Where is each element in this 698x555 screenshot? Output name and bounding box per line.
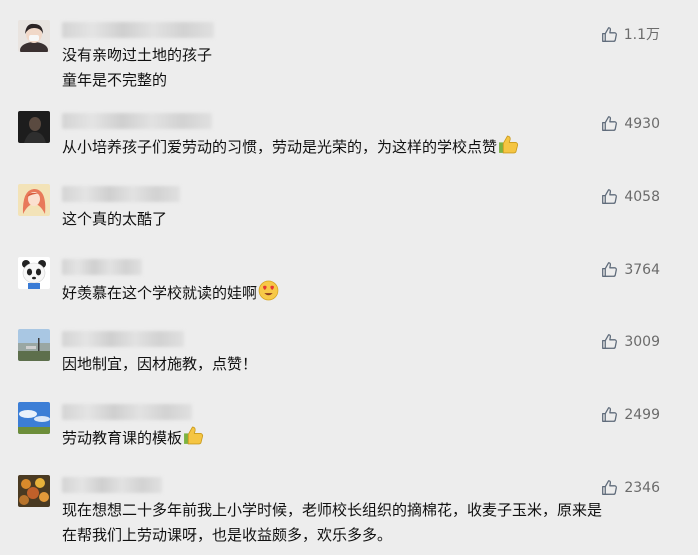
- username-blurred: [62, 331, 184, 347]
- avatar[interactable]: [18, 184, 50, 216]
- comment-line: 这个真的太酷了: [62, 210, 168, 228]
- comment-text: 这个真的太酷了: [62, 207, 672, 232]
- comment-text: 从小培养孩子们爱劳动的习惯，劳动是光荣的，为这样的学校点赞: [62, 134, 672, 160]
- thumbs-up-icon: [602, 116, 618, 131]
- comment-line: 从小培养孩子们爱劳动的习惯，劳动是光荣的，为这样的学校点赞: [62, 134, 672, 160]
- avatar[interactable]: [18, 475, 50, 507]
- comment-line: 在帮我们上劳动课呀，也是收益颇多，欢乐多多。: [62, 526, 393, 544]
- like-count: 1.1万: [623, 27, 660, 43]
- like-button[interactable]: 3764: [601, 261, 660, 278]
- comment-line: 劳动教育课的模板: [62, 425, 672, 451]
- like-count: 2346: [624, 479, 660, 496]
- cartoon-girl-avatar-icon: [18, 184, 50, 216]
- comment-text: 现在想想二十多年前我上小学时候，老师校长组织的摘棉花，收麦子玉米，原来是 在帮我…: [62, 498, 672, 548]
- like-button[interactable]: 4058: [601, 188, 660, 205]
- username-blurred: [62, 404, 192, 420]
- thumbs-up-emoji-icon: [184, 426, 204, 445]
- thumbs-up-icon: [602, 480, 618, 495]
- like-count: 2499: [624, 406, 660, 423]
- avatar[interactable]: [18, 402, 50, 434]
- comment-line: 童年是不完整的: [62, 71, 168, 89]
- avatar[interactable]: [18, 257, 50, 289]
- sky-avatar-icon: [18, 402, 50, 434]
- comment-text: 没有亲吻过土地的孩子 童年是不完整的: [62, 43, 672, 93]
- thumbs-up-icon: [602, 189, 618, 204]
- avatar[interactable]: [18, 111, 50, 143]
- like-button[interactable]: 1.1万: [601, 24, 660, 44]
- username-blurred: [62, 22, 214, 38]
- comment-line: 没有亲吻过土地的孩子: [62, 46, 213, 64]
- like-button[interactable]: 4930: [601, 115, 660, 132]
- like-button[interactable]: 2346: [601, 479, 660, 496]
- thumbs-up-emoji-icon: [499, 135, 519, 154]
- thumbs-up-icon: [602, 334, 618, 349]
- username-blurred: [62, 477, 162, 493]
- landscape-avatar-icon: [18, 329, 50, 361]
- comment-line: 现在想想二十多年前我上小学时候，老师校长组织的摘棉花，收麦子玉米，原来是: [62, 501, 603, 519]
- avatar[interactable]: [18, 20, 50, 52]
- like-count: 4058: [624, 188, 660, 205]
- flowers-avatar-icon: [18, 475, 50, 507]
- like-button[interactable]: 2499: [601, 406, 660, 423]
- like-count: 3764: [624, 261, 660, 278]
- username-blurred: [62, 259, 142, 275]
- like-button[interactable]: 3009: [601, 333, 660, 350]
- thumbs-up-icon: [602, 407, 618, 422]
- comment-line: 因地制宜，因材施教，点赞！: [62, 355, 258, 373]
- girl-avatar-icon: [18, 20, 50, 52]
- username-blurred: [62, 113, 212, 129]
- like-count: 4930: [624, 115, 660, 132]
- thumbs-up-icon: [602, 262, 618, 277]
- panda-avatar-icon: [18, 257, 50, 289]
- avatar[interactable]: [18, 329, 50, 361]
- dark-portrait-avatar-icon: [18, 111, 50, 143]
- comment-line: 好羡慕在这个学校就读的娃啊: [62, 280, 672, 306]
- comment-text: 因地制宜，因材施教，点赞！: [62, 352, 672, 377]
- thumbs-up-icon: [601, 26, 617, 42]
- username-blurred: [62, 186, 180, 202]
- comment-text: 劳动教育课的模板: [62, 425, 672, 451]
- heart-eyes-emoji-icon: [258, 280, 279, 301]
- comment-text: 好羡慕在这个学校就读的娃啊: [62, 280, 672, 306]
- like-count: 3009: [624, 333, 660, 350]
